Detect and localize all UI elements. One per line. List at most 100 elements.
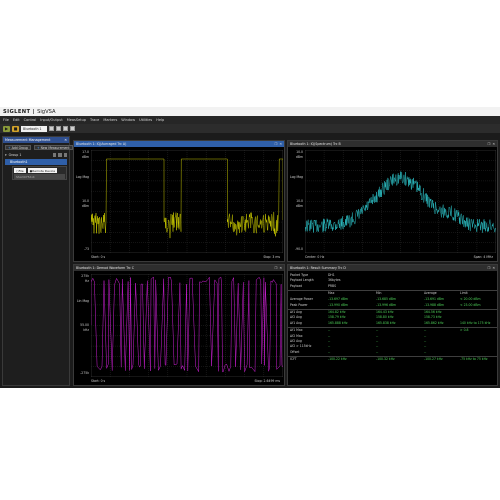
- info-value: DH1: [328, 273, 335, 277]
- menu-meassetup[interactable]: MeasSetup: [67, 118, 86, 122]
- remote-device-radio[interactable]: ● Remote Device: [27, 168, 58, 173]
- row-label: Δf1 Avg: [290, 309, 302, 314]
- x-span-label: Span: 4 MHz: [473, 255, 493, 259]
- group-delete-icon[interactable]: [63, 153, 67, 157]
- y-top-value: 275k: [81, 274, 89, 278]
- group-copy-icon[interactable]: [58, 153, 62, 157]
- row-value: < 23.00 dBm: [460, 302, 481, 307]
- y-bottom-value: -275k: [80, 371, 89, 375]
- row-label: ICFT: [290, 357, 297, 362]
- group-row[interactable]: ▾ Group 1: [3, 152, 69, 158]
- summary-column-header: Limit: [460, 290, 468, 295]
- measurement-source-box: ○ File ● Remote Device SSA3075X-R: [12, 166, 67, 180]
- x-stop-label: Stop: 3 ms: [263, 255, 280, 259]
- row-value: -75 kHz to 75 kHz: [460, 357, 488, 362]
- plus-icon: +: [37, 145, 40, 150]
- row-label: Δf2 Avg: [290, 315, 302, 320]
- menu-file[interactable]: File: [3, 118, 9, 122]
- menu-help[interactable]: Help: [156, 118, 164, 122]
- row-value: 164.43 kHz: [376, 309, 394, 314]
- row-value: -13.990 dBm: [328, 302, 349, 307]
- panel-title: Bluetooth 1: Demod Waveform Trc C: [76, 265, 135, 270]
- play-button[interactable]: ▶: [3, 125, 10, 132]
- menu-bar: File Edit Control Input/Output MeasSetup…: [0, 116, 500, 124]
- new-measurement-button[interactable]: + New Measurement: [34, 145, 73, 150]
- row-value: -13.691 dBm: [424, 297, 445, 302]
- brand-logo: SIGLENT: [3, 108, 31, 115]
- y-top-value: 10.0: [296, 150, 303, 154]
- row-label: Δf2 Avg: [290, 338, 302, 343]
- info-label: Packet Type: [290, 273, 309, 277]
- row-value: --: [424, 328, 427, 333]
- result-summary-panel[interactable]: Bluetooth 1: Result Summary Trc D ❐ ✕ Pac…: [287, 264, 498, 386]
- menu-edit[interactable]: Edit: [13, 118, 20, 122]
- row-value: 140 kHz to 175 kHz: [460, 320, 491, 325]
- layout-single-icon[interactable]: [49, 126, 54, 131]
- row-value: --: [328, 344, 331, 349]
- y-bottom-value: -90.0: [294, 247, 303, 251]
- y-top-unit: dBm: [295, 155, 303, 159]
- layout-triple-icon[interactable]: [63, 126, 68, 131]
- row-value: --: [328, 349, 331, 354]
- y-top-unit: Hz: [85, 279, 89, 283]
- add-group-button[interactable]: + Add Group: [5, 145, 31, 150]
- row-value: --: [376, 328, 379, 333]
- iq-spectrum-panel[interactable]: Bluetooth 1: IQ(Spectrum) Trc B ❐ ✕ 10.0 …: [287, 140, 498, 262]
- row-value: < 20.00 dBm: [460, 297, 481, 302]
- restore-icon[interactable]: ❐: [487, 266, 490, 270]
- measurement-selector[interactable]: Bluetooth 1: [21, 125, 47, 132]
- play-icon: ▶: [4, 126, 9, 131]
- app-name: SigVSA: [37, 108, 56, 115]
- row-value: 164.82 kHz: [328, 309, 346, 314]
- chevron-down-icon[interactable]: ▾: [5, 153, 7, 157]
- menu-trace[interactable]: Trace: [90, 118, 99, 122]
- remote-device-label: Remote Device: [32, 168, 56, 173]
- spectrum-plot[interactable]: [305, 150, 496, 253]
- restore-icon[interactable]: ❐: [274, 142, 277, 146]
- summary-column-header: Min: [376, 290, 382, 295]
- y-bottom-value: -73: [83, 247, 89, 251]
- row-value: -100.32 kHz: [376, 357, 395, 362]
- menu-input-output[interactable]: Input/Output: [40, 118, 62, 122]
- row-value: 164.56 kHz: [424, 309, 442, 314]
- layout-quad-icon[interactable]: [70, 126, 75, 131]
- file-radio[interactable]: ○ File: [14, 168, 26, 173]
- close-icon[interactable]: ✕: [64, 138, 67, 142]
- device-field[interactable]: SSA3075X-R: [14, 174, 65, 179]
- demod-plot[interactable]: [91, 274, 283, 377]
- title-bar: SIGLENT SigVSA: [0, 107, 500, 116]
- summary-column-header: Max: [328, 290, 335, 295]
- group-edit-icon[interactable]: [52, 153, 56, 157]
- y-top-value: 17.0: [82, 150, 89, 154]
- iq-time-plot[interactable]: [91, 150, 283, 253]
- row-value: 165.838 kHz: [376, 320, 396, 325]
- demod-waveform-panel[interactable]: Bluetooth 1: Demod Waveform Trc C ❐ ✕ 275…: [73, 264, 285, 386]
- y-scale-label: Lin Mag: [76, 299, 89, 303]
- panel-title-bar[interactable]: Bluetooth 1: Result Summary Trc D ❐ ✕: [288, 265, 497, 271]
- menu-control[interactable]: Control: [24, 118, 37, 122]
- iq-averaged-panel[interactable]: Bluetooth 1: IQ(Averaged Trc A) ❐ ✕ 17.0 …: [73, 140, 285, 262]
- row-value: --: [328, 333, 331, 338]
- restore-icon[interactable]: ❐: [274, 266, 277, 270]
- menu-markers[interactable]: Markers: [103, 118, 117, 122]
- panel-title-bar[interactable]: Bluetooth 1: Demod Waveform Trc C ❐ ✕: [74, 265, 284, 271]
- layout-double-icon[interactable]: [56, 126, 61, 131]
- close-icon[interactable]: ✕: [492, 142, 495, 146]
- measurement-management-panel: Measurement Management ✕ + Add Group + New…: [2, 136, 73, 386]
- x-stop-label: Stop: 2.6499 ms: [254, 379, 281, 383]
- row-label: Offset: [290, 349, 300, 354]
- close-icon[interactable]: ✕: [279, 266, 282, 270]
- panel-title-bar[interactable]: Bluetooth 1: IQ(Spectrum) Trc B ❐ ✕: [288, 141, 497, 147]
- row-label: Average Power: [290, 297, 314, 302]
- close-icon[interactable]: ✕: [279, 142, 282, 146]
- close-icon[interactable]: ✕: [492, 266, 495, 270]
- y-mid-value: 55.00: [80, 323, 89, 327]
- panel-title-bar[interactable]: Bluetooth 1: IQ(Averaged Trc A) ❐ ✕: [74, 141, 284, 147]
- menu-window[interactable]: Window: [121, 118, 135, 122]
- row-value: --: [376, 349, 379, 354]
- info-label: Payload: [290, 283, 303, 288]
- measurement-item-bluetooth1[interactable]: Bluetooth1: [5, 159, 67, 165]
- pause-button[interactable]: ■: [12, 125, 19, 132]
- menu-utilities[interactable]: Utilities: [139, 118, 152, 122]
- restore-icon[interactable]: ❐: [487, 142, 490, 146]
